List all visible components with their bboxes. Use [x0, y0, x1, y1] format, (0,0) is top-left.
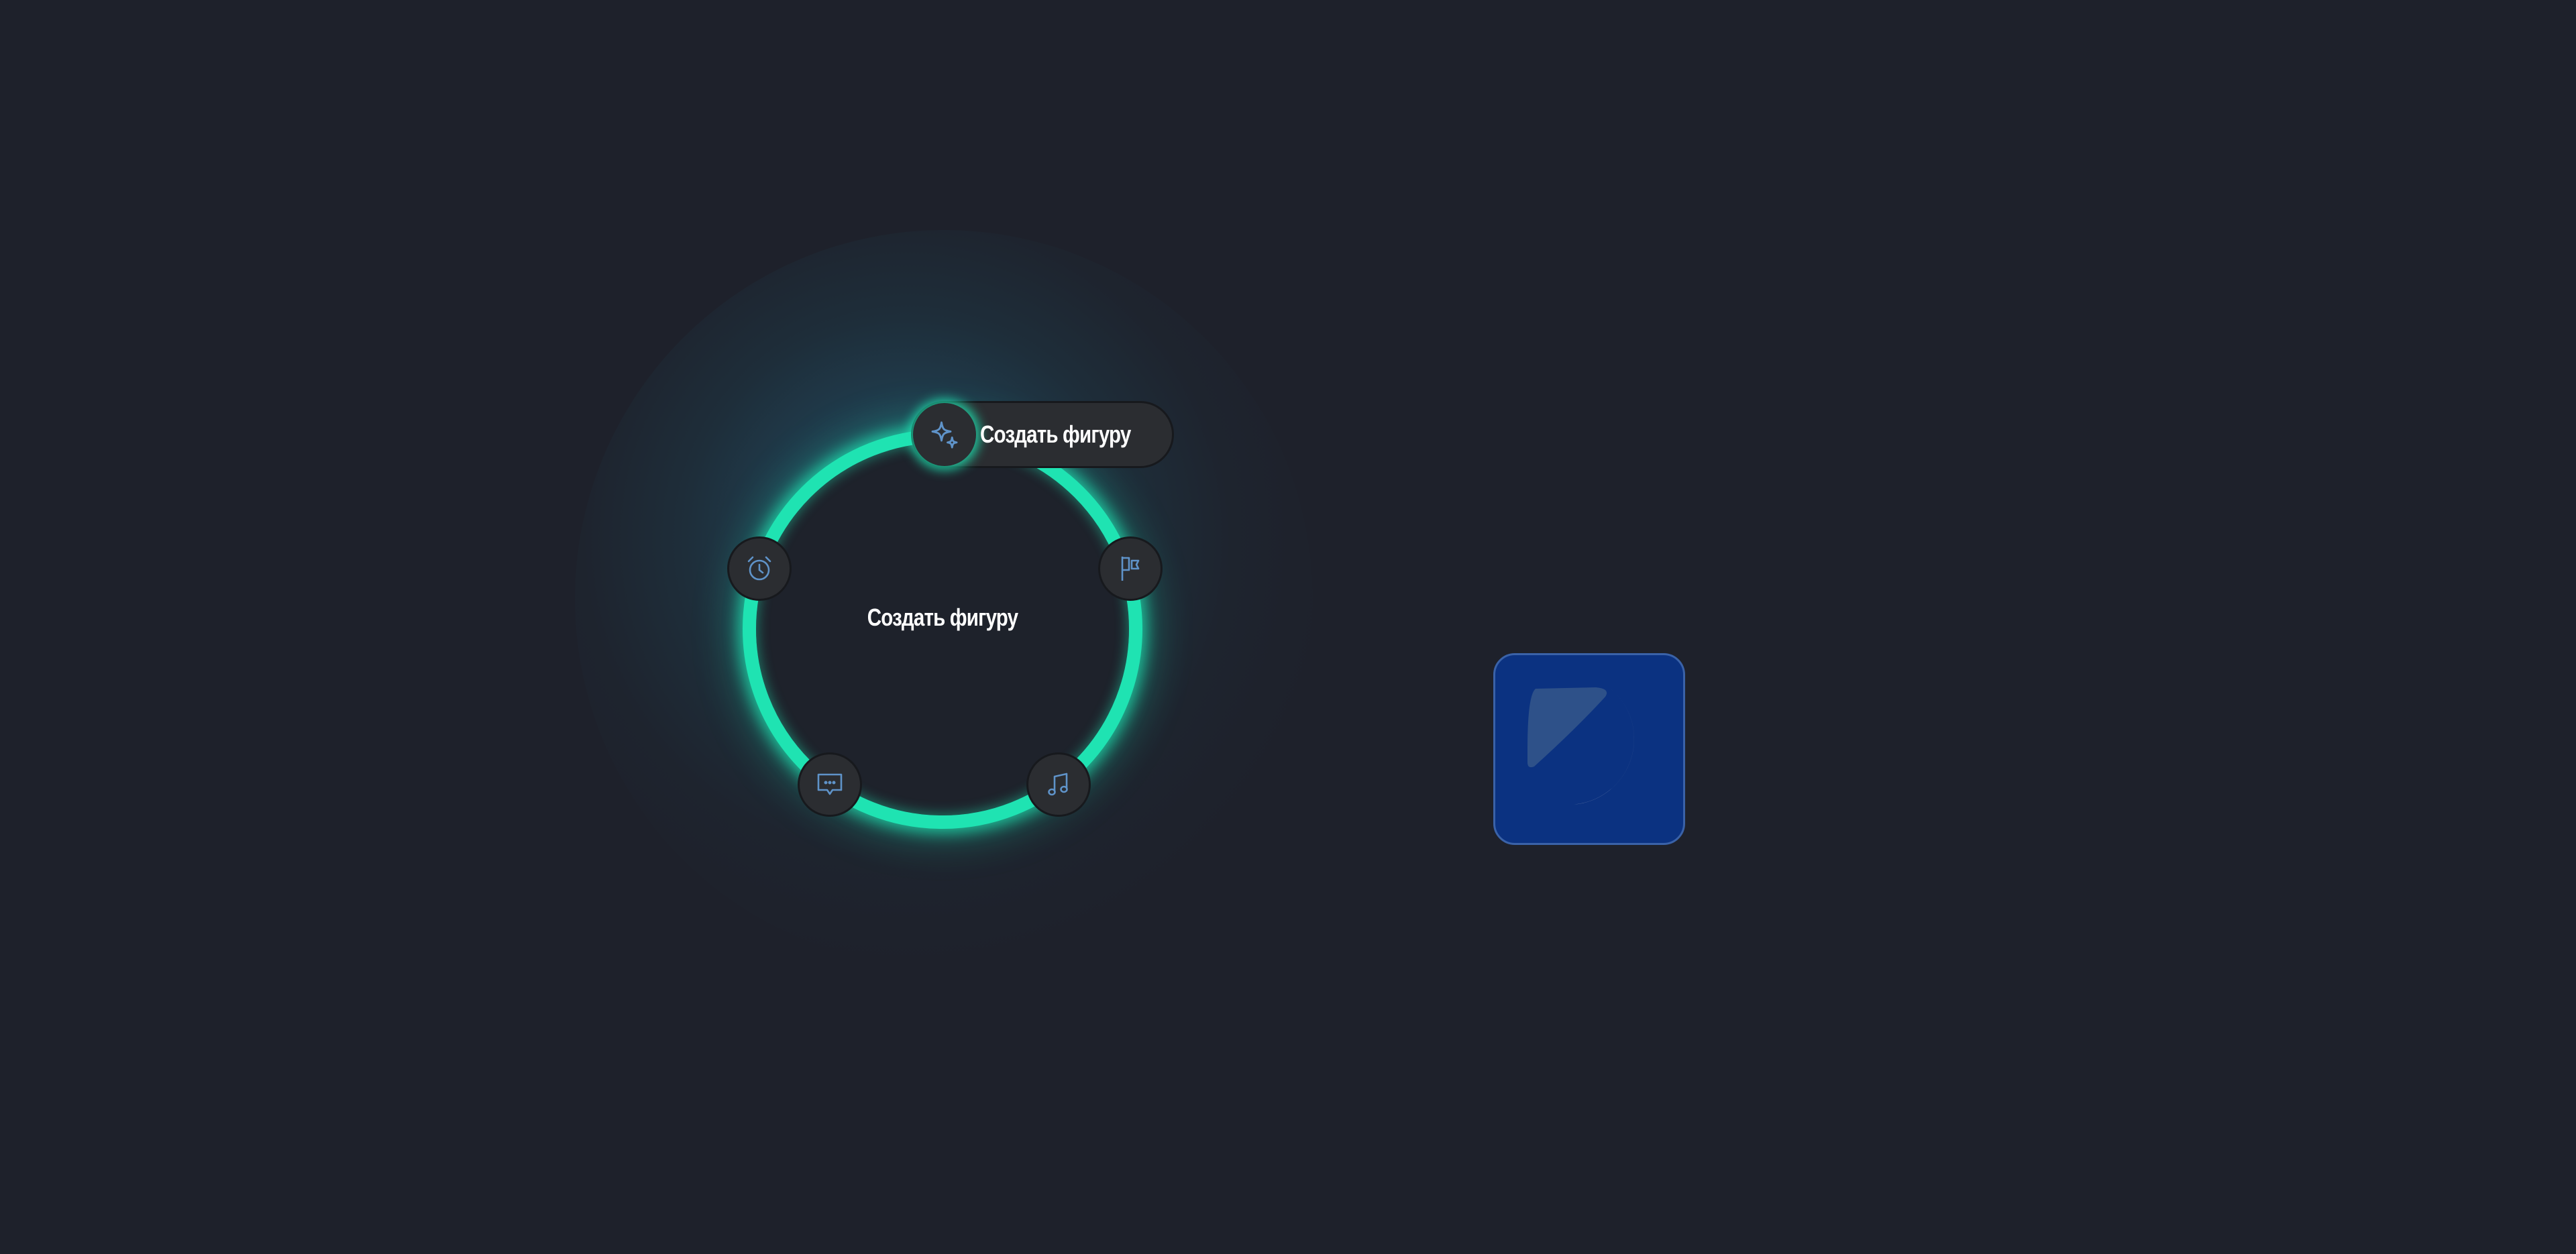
chat-bubble-icon: [817, 773, 843, 795]
menu-item-alarm[interactable]: [727, 536, 792, 601]
moon-app-icon[interactable]: [1493, 653, 1685, 845]
menu-item-flag[interactable]: [1098, 536, 1163, 601]
menu-item-chat[interactable]: [798, 752, 862, 817]
flag-icon: [1121, 557, 1140, 581]
radial-menu-center-label: Создать фигуру: [867, 604, 1018, 631]
menu-item-label: Создать фигуру: [980, 420, 1131, 448]
menu-item-create-shape[interactable]: Создать фигуру: [911, 401, 1174, 468]
menu-item-music[interactable]: [1026, 752, 1091, 817]
moon-icon: [1526, 687, 1634, 805]
sparkles-icon: [913, 403, 976, 466]
alarm-clock-icon: [747, 556, 771, 581]
music-note-icon: [1048, 773, 1068, 796]
